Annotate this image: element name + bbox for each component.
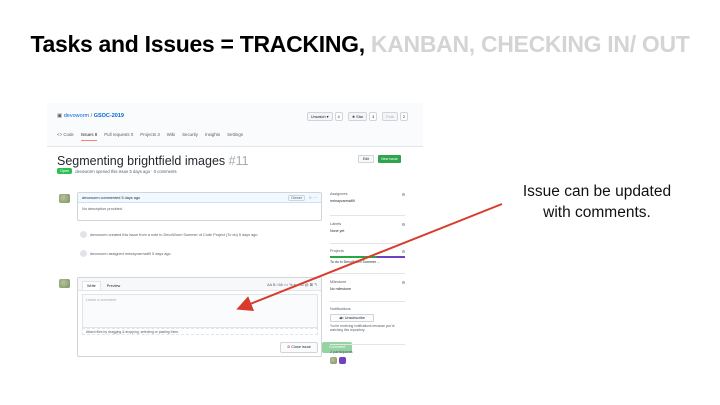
participant-avatar[interactable] — [330, 357, 337, 364]
avatar[interactable] — [59, 194, 70, 203]
gear-icon[interactable]: ⚙ — [402, 222, 405, 227]
assignee-name[interactable]: mrinayvarma89 — [330, 199, 405, 203]
new-issue-button[interactable]: New issue — [378, 155, 401, 163]
comment-author-line: devoworm commented 5 days ago — [82, 195, 141, 200]
projects-value[interactable]: To do in DevoWorm Summer ... — [330, 260, 405, 264]
project-icon — [80, 231, 87, 238]
title-main: Tasks and Issues = TRACKING, — [30, 31, 365, 57]
issue-title: Segmenting brightfield images #11 — [57, 154, 249, 168]
notifications-section: Notifications ◀× Unsubscribe You're rece… — [330, 307, 405, 345]
attach-files-area[interactable]: Attach files by dragging & dropping, sel… — [82, 328, 318, 335]
star-button[interactable]: ★ Star — [347, 112, 368, 121]
reaction-icon[interactable]: ☺ ··· — [308, 196, 317, 200]
slide: Tasks and Issues = TRACKING, KANBAN, CHE… — [0, 0, 720, 405]
repo-header: ▣ devoworm / GSOC-2019 Unwatch ▾ 4 ★ Star… — [47, 103, 423, 147]
star-count[interactable]: 3 — [369, 112, 378, 121]
labels-value: None yet — [330, 229, 345, 233]
fork-button[interactable]: Fork — [382, 112, 398, 121]
projects-section[interactable]: Projects ⚙ To do in DevoWorm Summer ... — [330, 249, 405, 274]
markdown-toolbar[interactable]: AA B i 66 <> % ≡ ≡ ☑ @ ⊠ ↰ — [267, 282, 317, 287]
comment-textarea[interactable]: Leave a comment — [82, 294, 318, 328]
repo-buttons: Unwatch ▾ 4 ★ Star 3 Fork 2 — [306, 112, 411, 121]
milestone-title: Milestone — [330, 280, 347, 284]
opened-text: devoworm opened this issue 5 days ago · … — [75, 168, 177, 174]
tab-issues[interactable]: Issues 8 — [80, 132, 98, 141]
notifications-title: Notifications — [330, 307, 351, 311]
participants-title: 2 participants — [330, 350, 353, 354]
milestone-section[interactable]: Milestone ⚙ No milestone — [330, 280, 405, 302]
edit-button[interactable]: Edit — [358, 155, 374, 163]
status-badge: Open — [57, 168, 73, 174]
unsubscribe-label: Unsubscribe — [344, 316, 365, 320]
repo-path: ▣ devoworm / GSOC-2019 — [57, 113, 124, 119]
comment-editor: Write Preview AA B i 66 <> % ≡ ≡ ☑ @ ⊠ ↰… — [77, 277, 352, 357]
tab-insights[interactable]: Insights — [205, 132, 220, 141]
title-faded: KANBAN, CHECKING IN/ OUT — [364, 31, 690, 57]
timeline-event-assigned: devoworm assigned mrinayvarma89 5 days a… — [80, 250, 171, 257]
assignees-title: Assignees — [330, 192, 348, 196]
tab-settings[interactable]: Settings — [227, 132, 243, 141]
watch-count[interactable]: 4 — [334, 112, 343, 121]
avatar[interactable] — [59, 279, 70, 288]
tab-preview[interactable]: Preview — [103, 282, 125, 290]
participants-section: 2 participants — [330, 350, 405, 370]
fork-count[interactable]: 2 — [399, 112, 408, 121]
event-assigned-text: devoworm assigned mrinayvarma89 5 days a… — [90, 251, 171, 256]
github-issue-screenshot: ▣ devoworm / GSOC-2019 Unwatch ▾ 4 ★ Star… — [47, 103, 423, 378]
tab-wiki[interactable]: Wiki — [167, 132, 175, 141]
gear-icon[interactable]: ⚙ — [402, 249, 405, 254]
project-progress-bar — [330, 256, 405, 258]
comment-body: No description provided. — [82, 207, 123, 211]
repo-name-link[interactable]: GSOC-2019 — [94, 113, 124, 119]
gear-icon[interactable]: ⚙ — [402, 280, 405, 285]
tab-projects[interactable]: Projects 3 — [140, 132, 160, 141]
person-icon — [80, 250, 87, 257]
issue-comment: devoworm commented 5 days ago Owner ☺ ··… — [77, 192, 322, 221]
event-created-text: devoworm created this issue from a note … — [90, 232, 258, 237]
labels-title: Labels — [330, 222, 342, 226]
editor-header: Write Preview AA B i 66 <> % ≡ ≡ ☑ @ ⊠ ↰ — [78, 278, 321, 291]
milestone-value: No milestone — [330, 287, 351, 291]
tab-pull-requests[interactable]: Pull requests 0 — [104, 132, 133, 141]
issue-title-text: Segmenting brightfield images — [57, 154, 226, 168]
issue-meta: Open devoworm opened this issue 5 days a… — [57, 168, 177, 174]
repo-owner-link[interactable]: devoworm — [64, 113, 89, 119]
assignees-section[interactable]: Assignees ⚙ mrinayvarma89 — [330, 192, 405, 216]
tab-security[interactable]: Security — [182, 132, 198, 141]
comment-header: devoworm commented 5 days ago Owner ☺ ··… — [78, 193, 321, 203]
unsubscribe-button[interactable]: ◀× Unsubscribe — [330, 314, 374, 322]
notification-reason: You're receiving notifications because y… — [330, 324, 395, 332]
participant-avatar[interactable] — [339, 357, 346, 364]
repo-tabs: <> Code Issues 8 Pull requests 0 Project… — [57, 132, 243, 141]
timeline-event-created: devoworm created this issue from a note … — [80, 231, 258, 238]
repo-icon: ▣ — [57, 113, 64, 119]
close-issue-button[interactable]: Close issue — [280, 342, 318, 353]
tab-write[interactable]: Write — [82, 281, 101, 290]
owner-badge: Owner — [288, 194, 306, 201]
projects-title: Projects — [330, 249, 344, 253]
gear-icon[interactable]: ⚙ — [402, 192, 405, 197]
slide-title: Tasks and Issues = TRACKING, KANBAN, CHE… — [0, 30, 720, 58]
unwatch-button[interactable]: Unwatch ▾ — [306, 112, 333, 121]
callout-text: Issue can be updated with comments. — [522, 183, 672, 221]
tab-code[interactable]: <> Code — [57, 132, 74, 141]
labels-section[interactable]: Labels ⚙ None yet — [330, 222, 405, 244]
issue-number: #11 — [228, 154, 249, 168]
